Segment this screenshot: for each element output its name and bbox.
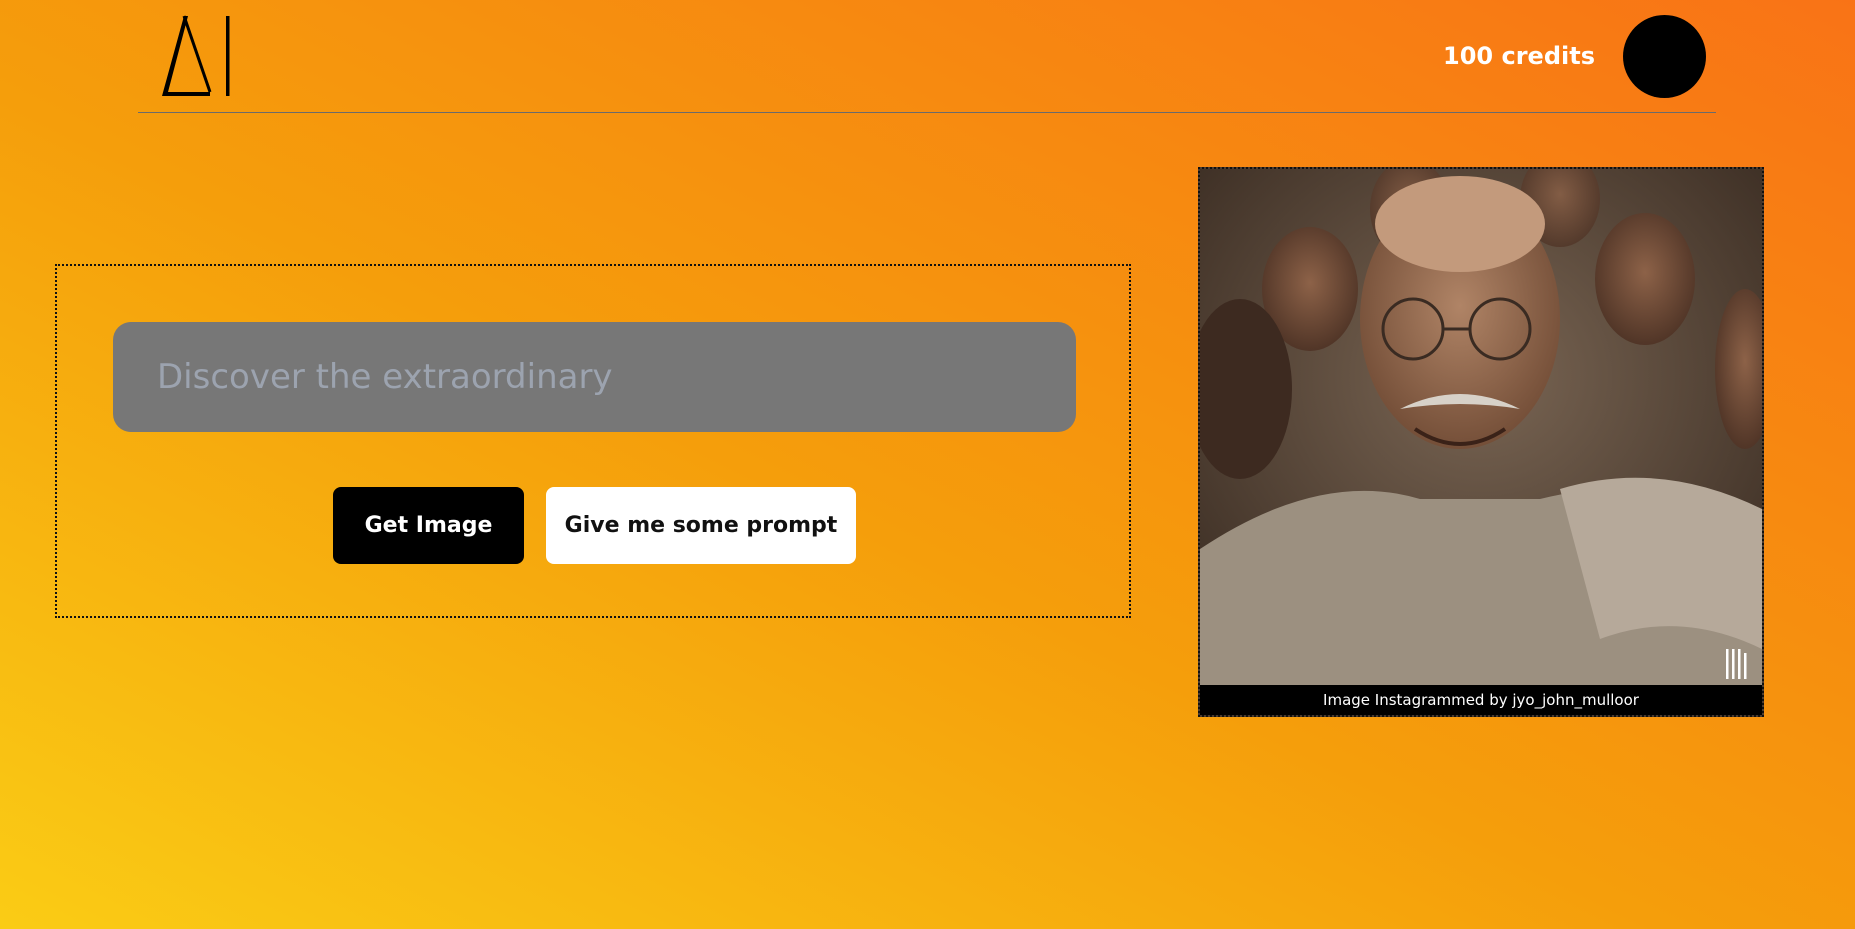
user-avatar[interactable] [1623,15,1706,98]
image-caption: Image Instagrammed by jyo_john_mulloor [1200,685,1762,715]
get-image-button[interactable]: Get Image [333,487,524,564]
prompt-input[interactable] [113,322,1076,432]
top-header: 100 credits [138,0,1716,113]
give-prompt-button[interactable]: Give me some prompt [546,487,856,564]
credits-counter: 100 credits [1443,42,1595,70]
generated-image-card: Image Instagrammed by jyo_john_mulloor [1198,167,1764,717]
generated-image [1200,169,1762,686]
prompt-form: Get Image Give me some prompt [55,264,1131,618]
ai-logo-icon[interactable] [160,14,238,98]
